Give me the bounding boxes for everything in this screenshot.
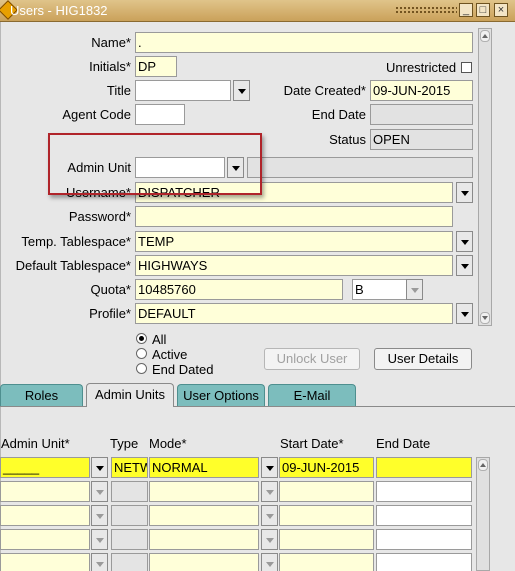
profile-label: Profile* (89, 306, 131, 321)
window-title-bar[interactable]: Users - HIG1832 _ □ × (0, 0, 515, 22)
grid-type-cell (111, 481, 148, 502)
grid-mode-dropdown-button[interactable] (261, 457, 278, 478)
grid-mode-cell[interactable] (149, 505, 259, 526)
default-tablespace-label: Default Tablespace* (15, 258, 131, 273)
filter-active-label: Active (152, 347, 188, 362)
end-date-field (370, 104, 473, 125)
password-label: Password* (68, 209, 131, 224)
default-tablespace-dropdown-button[interactable] (456, 255, 473, 276)
initials-field[interactable]: DP (135, 56, 177, 77)
temp-tablespace-label: Temp. Tablespace* (21, 234, 131, 249)
quota-label: Quota* (90, 282, 131, 297)
admin-unit-description-field (247, 157, 473, 178)
grid-admin-unit-cell[interactable] (0, 505, 90, 526)
grid-mode-cell[interactable]: NORMAL (149, 457, 259, 478)
temp-tablespace-field[interactable]: TEMP (135, 231, 453, 252)
grid-end-date-cell[interactable] (376, 457, 472, 478)
grid-admin-unit-cell[interactable] (0, 553, 90, 571)
grid-start-date-cell[interactable] (279, 481, 374, 502)
filter-all-radio[interactable] (136, 333, 147, 344)
tab-user-options[interactable]: User Options (177, 384, 265, 406)
tab-admin-units[interactable]: Admin Units (86, 383, 174, 407)
filter-active-radio[interactable] (136, 348, 147, 359)
quota-field[interactable]: 10485760 (135, 279, 343, 300)
grid-end-date-cell[interactable] (376, 505, 472, 526)
grid-start-date-cell[interactable] (279, 505, 374, 526)
quota-unit-select[interactable]: B (352, 279, 408, 300)
username-dropdown-button[interactable] (456, 182, 473, 203)
grid-end-date-cell[interactable] (376, 481, 472, 502)
minimize-button[interactable]: _ (459, 3, 473, 17)
grid-admin-unit-dropdown-button[interactable] (91, 529, 108, 550)
temp-tablespace-dropdown-button[interactable] (456, 231, 473, 252)
grid-mode-dropdown-button[interactable] (261, 529, 278, 550)
col-header-admin-unit: Admin Unit* (1, 436, 70, 451)
filter-end-dated-radio[interactable] (136, 363, 147, 374)
unrestricted-checkbox[interactable] (461, 62, 472, 73)
grid-start-date-cell[interactable]: 09-JUN-2015 (279, 457, 374, 478)
password-field[interactable] (135, 206, 453, 227)
initials-label: Initials* (89, 59, 131, 74)
grid-mode-cell[interactable] (149, 481, 259, 502)
col-header-mode: Mode* (149, 436, 187, 451)
close-button[interactable]: × (494, 3, 508, 17)
default-tablespace-field[interactable]: HIGHWAYS (135, 255, 453, 276)
annotation-highlight-box (48, 133, 262, 195)
grid-mode-cell[interactable] (149, 529, 259, 550)
grid-type-cell (111, 505, 148, 526)
grid-admin-unit-dropdown-button[interactable] (91, 457, 108, 478)
user-details-button[interactable]: User Details (374, 348, 472, 370)
grid-admin-unit-cell[interactable]: _____ (0, 457, 90, 478)
unlock-user-button[interactable]: Unlock User (264, 348, 360, 370)
title-field[interactable] (135, 80, 231, 101)
scroll-up-icon[interactable] (480, 30, 490, 42)
tab-roles[interactable]: Roles (0, 384, 83, 406)
form-scrollbar[interactable] (478, 28, 492, 326)
grid-end-date-cell[interactable] (376, 529, 472, 550)
scroll-down-icon[interactable] (480, 312, 490, 324)
grid-start-date-cell[interactable] (279, 529, 374, 550)
profile-dropdown-button[interactable] (456, 303, 473, 324)
grid-end-date-cell[interactable] (376, 553, 472, 571)
agent-code-field[interactable] (135, 104, 185, 125)
grid-admin-unit-dropdown-button[interactable] (91, 553, 108, 571)
profile-field[interactable]: DEFAULT (135, 303, 453, 324)
title-label: Title (106, 83, 131, 98)
date-created-field[interactable]: 09-JUN-2015 (370, 80, 473, 101)
grid-start-date-cell[interactable] (279, 553, 374, 571)
title-dropdown-button[interactable] (233, 80, 250, 101)
grid-admin-unit-cell[interactable] (0, 481, 90, 502)
tab-email[interactable]: E-Mail (268, 384, 356, 406)
filter-end-dated-label: End Dated (152, 362, 214, 377)
window-title: Users - HIG1832 (10, 3, 108, 18)
grid-scroll-up-icon[interactable] (478, 459, 488, 471)
grid-mode-dropdown-button[interactable] (261, 481, 278, 502)
col-header-start-date: Start Date* (280, 436, 344, 451)
grid-mode-cell[interactable] (149, 553, 259, 571)
grid-type-cell: NETW (111, 457, 148, 478)
grid-admin-unit-cell[interactable] (0, 529, 90, 550)
grid-mode-dropdown-button[interactable] (261, 505, 278, 526)
grid-scrollbar[interactable] (476, 457, 490, 571)
end-date-label: End Date (311, 107, 366, 122)
grid-type-cell (111, 529, 148, 550)
status-label: Status (329, 132, 366, 147)
maximize-button[interactable]: □ (476, 3, 490, 17)
col-header-end-date: End Date (376, 436, 431, 451)
quota-unit-dropdown-button[interactable] (406, 279, 423, 300)
name-label: Name* (91, 35, 131, 50)
grid-admin-unit-dropdown-button[interactable] (91, 505, 108, 526)
status-field: OPEN (370, 129, 473, 150)
grid-mode-dropdown-button[interactable] (261, 553, 278, 571)
filter-all-label: All (152, 332, 167, 347)
name-field[interactable]: . (135, 32, 473, 53)
grid-admin-unit-dropdown-button[interactable] (91, 481, 108, 502)
agent-code-label: Agent Code (62, 107, 131, 122)
col-header-type: Type (110, 436, 139, 451)
title-grip (395, 6, 457, 15)
unrestricted-label: Unrestricted (386, 60, 457, 75)
date-created-label: Date Created* (283, 83, 366, 98)
grid-type-cell (111, 553, 148, 571)
